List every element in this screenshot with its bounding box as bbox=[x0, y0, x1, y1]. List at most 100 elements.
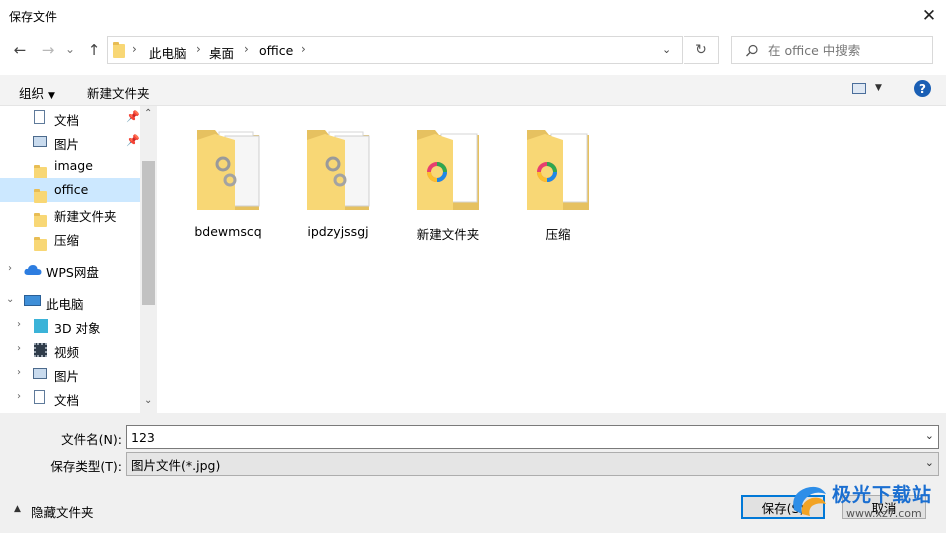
sidebar-item-office[interactable]: office bbox=[0, 178, 140, 203]
chevron-right-icon: › bbox=[244, 42, 249, 56]
close-button[interactable]: ✕ bbox=[912, 2, 946, 30]
chevron-down-icon[interactable]: ⌄ bbox=[925, 456, 934, 469]
toolbar: 组织 ▼ 新建文件夹 ▼ ? bbox=[0, 75, 946, 106]
file-name: 新建文件夹 bbox=[416, 227, 480, 242]
sidebar-item-label: office bbox=[54, 182, 89, 197]
title-bar: 保存文件 ✕ bbox=[0, 0, 946, 31]
file-list: bdewmscq ipdzyjssgj 新建文件夹 压缩 bbox=[158, 106, 946, 413]
video-icon bbox=[34, 343, 47, 357]
view-dropdown-icon[interactable]: ▼ bbox=[875, 83, 882, 93]
sidebar-item-label: 新建文件夹 bbox=[54, 209, 117, 224]
sidebar-item-label: WPS网盘 bbox=[46, 265, 99, 280]
filetype-label: 保存类型(T): bbox=[50, 459, 122, 474]
filetype-select[interactable]: 图片文件(*.jpg) ⌄ bbox=[126, 452, 939, 476]
breadcrumb-office[interactable]: office bbox=[259, 43, 293, 58]
filename-label: 文件名(N): bbox=[61, 432, 122, 447]
window-title: 保存文件 bbox=[9, 10, 58, 24]
caret-up-icon[interactable]: ▲ bbox=[14, 504, 21, 514]
chevron-right-icon: › bbox=[301, 42, 306, 56]
recent-locations-button[interactable]: ⌄ bbox=[62, 38, 78, 60]
filename-value: 123 bbox=[131, 429, 155, 445]
sidebar-item-documents[interactable]: 文档 📌 bbox=[0, 106, 140, 130]
sidebar-item-label: 压缩 bbox=[54, 233, 80, 248]
file-name: 压缩 bbox=[545, 227, 571, 242]
pin-icon[interactable]: 📌 bbox=[126, 134, 140, 147]
computer-icon bbox=[24, 295, 41, 306]
filename-field[interactable]: 123 ⌄ bbox=[126, 425, 939, 449]
scroll-down-icon[interactable]: ⌄ bbox=[144, 395, 152, 406]
file-name: ipdzyjssgj bbox=[307, 224, 369, 239]
watermark-url: www.xz7.com bbox=[846, 507, 922, 520]
folder-color-icon bbox=[527, 130, 589, 210]
filetype-value: 图片文件(*.jpg) bbox=[131, 457, 221, 473]
organize-label: 组织 bbox=[19, 86, 45, 101]
sidebar-item-label: 图片 bbox=[54, 369, 80, 384]
chevron-right-icon[interactable]: › bbox=[17, 319, 21, 330]
up-button[interactable]: ↑ bbox=[83, 39, 105, 61]
document-icon bbox=[34, 110, 45, 124]
aurora-logo-icon bbox=[793, 486, 826, 516]
refresh-button[interactable]: ↻ bbox=[684, 36, 719, 64]
breadcrumb-this-pc[interactable]: 此电脑 bbox=[149, 43, 187, 62]
search-box[interactable] bbox=[731, 36, 933, 64]
picture-icon bbox=[33, 136, 47, 147]
sidebar-item-label: 文档 bbox=[54, 113, 80, 128]
chevron-down-icon[interactable]: ⌄ bbox=[6, 294, 14, 305]
search-input[interactable] bbox=[768, 41, 926, 59]
caret-down-icon: ▼ bbox=[48, 91, 55, 101]
address-bar[interactable]: › 此电脑 › 桌面 › office › ⌄ bbox=[107, 36, 683, 64]
scrollbar-thumb[interactable] bbox=[142, 161, 155, 305]
pin-icon[interactable]: 📌 bbox=[126, 110, 140, 123]
cloud-icon bbox=[24, 265, 42, 275]
chevron-right-icon[interactable]: › bbox=[17, 391, 21, 402]
sidebar-item-label: 视频 bbox=[54, 345, 80, 360]
sidebar-item-label: 文档 bbox=[54, 393, 80, 408]
navigation-pane: 文档 📌 图片 📌 image office 新建文件夹 压缩 › WPS网盘 … bbox=[0, 106, 157, 413]
file-item[interactable]: 压缩 bbox=[503, 118, 613, 243]
chevron-right-icon[interactable]: › bbox=[17, 343, 21, 354]
address-dropdown-icon[interactable]: ⌄ bbox=[662, 43, 671, 56]
sidebar-item-wps[interactable]: › WPS网盘 bbox=[0, 258, 140, 282]
organize-menu[interactable]: 组织 ▼ bbox=[19, 83, 55, 102]
back-button[interactable]: ← bbox=[9, 39, 31, 61]
picture-icon bbox=[33, 368, 47, 379]
chevron-right-icon: › bbox=[196, 42, 201, 56]
view-options-icon[interactable] bbox=[852, 83, 866, 94]
scroll-up-icon[interactable]: ⌃ bbox=[144, 108, 152, 119]
file-item[interactable]: ipdzyjssgj bbox=[283, 118, 393, 243]
sidebar-item-this-pc[interactable]: ⌄ 此电脑 bbox=[0, 290, 140, 314]
sidebar-item-videos[interactable]: › 视频 bbox=[0, 338, 140, 362]
help-button[interactable]: ? bbox=[914, 80, 931, 97]
sidebar-item-pc-pictures[interactable]: › 图片 bbox=[0, 362, 140, 386]
folder-gear-icon bbox=[307, 130, 370, 210]
chevron-down-icon[interactable]: ⌄ bbox=[925, 429, 934, 442]
document-icon bbox=[34, 390, 45, 404]
new-folder-button[interactable]: 新建文件夹 bbox=[87, 83, 150, 102]
sidebar-item-pc-documents[interactable]: › 文档 bbox=[0, 386, 140, 410]
sidebar-item-image[interactable]: image bbox=[0, 154, 140, 179]
sidebar-item-compress[interactable]: 压缩 bbox=[0, 226, 140, 251]
chevron-right-icon: › bbox=[132, 42, 137, 56]
folder-gear-icon bbox=[197, 130, 260, 210]
file-item[interactable]: bdewmscq bbox=[173, 118, 283, 243]
sidebar-item-label: 此电脑 bbox=[46, 297, 84, 312]
sidebar-item-label: 3D 对象 bbox=[54, 321, 101, 336]
sidebar-item-pictures[interactable]: 图片 📌 bbox=[0, 130, 140, 154]
folder-icon bbox=[113, 42, 125, 61]
watermark-logo: 极光下载站 www.xz7.com bbox=[788, 478, 943, 526]
chevron-right-icon[interactable]: › bbox=[8, 263, 12, 274]
3d-objects-icon bbox=[34, 319, 48, 333]
chevron-right-icon[interactable]: › bbox=[17, 367, 21, 378]
sidebar-item-label: 图片 bbox=[54, 137, 80, 152]
forward-button[interactable]: → bbox=[37, 39, 59, 61]
sidebar-item-label: image bbox=[54, 158, 93, 173]
watermark-text: 极光下载站 bbox=[832, 484, 933, 506]
search-icon bbox=[746, 44, 758, 57]
folder-icon bbox=[34, 237, 47, 251]
sidebar-item-3d-objects[interactable]: › 3D 对象 bbox=[0, 314, 140, 338]
breadcrumb-desktop[interactable]: 桌面 bbox=[209, 43, 234, 62]
hide-folders-button[interactable]: 隐藏文件夹 bbox=[31, 502, 94, 521]
sidebar-item-new-folder[interactable]: 新建文件夹 bbox=[0, 202, 140, 227]
file-item[interactable]: 新建文件夹 bbox=[393, 118, 503, 243]
folder-color-icon bbox=[417, 130, 479, 210]
